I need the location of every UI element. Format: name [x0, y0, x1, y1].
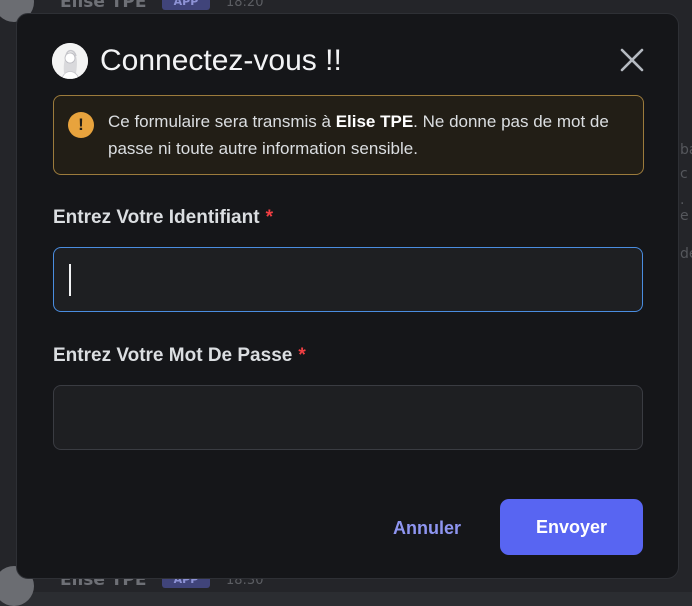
login-modal: Connectez-vous !! ! Ce formulaire sera t… [16, 13, 679, 579]
cancel-button[interactable]: Annuler [387, 514, 467, 542]
required-marker: * [265, 207, 273, 228]
submit-button[interactable]: Envoyer [500, 499, 643, 555]
close-button[interactable] [618, 46, 646, 74]
warning-text-start: Ce formulaire sera transmis à [108, 112, 336, 131]
password-input[interactable] [53, 385, 643, 450]
bot-avatar [52, 43, 88, 79]
background-text-fragment: c [680, 166, 688, 182]
identifier-label: Entrez Votre Identifiant * [53, 207, 273, 229]
background-author: Elise TPE [60, 0, 147, 12]
password-label-text: Entrez Votre Mot De Passe [53, 345, 293, 366]
warning-app-name: Elise TPE [335, 112, 414, 131]
required-marker: * [298, 345, 306, 366]
modal-title: Connectez-vous !! [100, 44, 342, 77]
background-text-fragment: . e [680, 192, 689, 224]
background-text-fragment: ba [680, 142, 692, 158]
exclamation-icon: ! [68, 112, 94, 138]
identifier-input[interactable] [53, 247, 643, 312]
warning-text: Ce formulaire sera transmis à Elise TPE.… [108, 108, 633, 162]
warning-notice: ! Ce formulaire sera transmis à Elise TP… [53, 95, 644, 175]
background-text-fragment: de [680, 246, 692, 262]
close-icon[interactable] [618, 46, 646, 74]
identifier-label-text: Entrez Votre Identifiant [53, 207, 260, 228]
background-time: 18:20 [226, 0, 264, 10]
text-caret [69, 264, 71, 296]
modal-header: Connectez-vous !! [52, 42, 342, 80]
password-label: Entrez Votre Mot De Passe * [53, 345, 306, 367]
background-app-tag: APP [162, 0, 210, 10]
